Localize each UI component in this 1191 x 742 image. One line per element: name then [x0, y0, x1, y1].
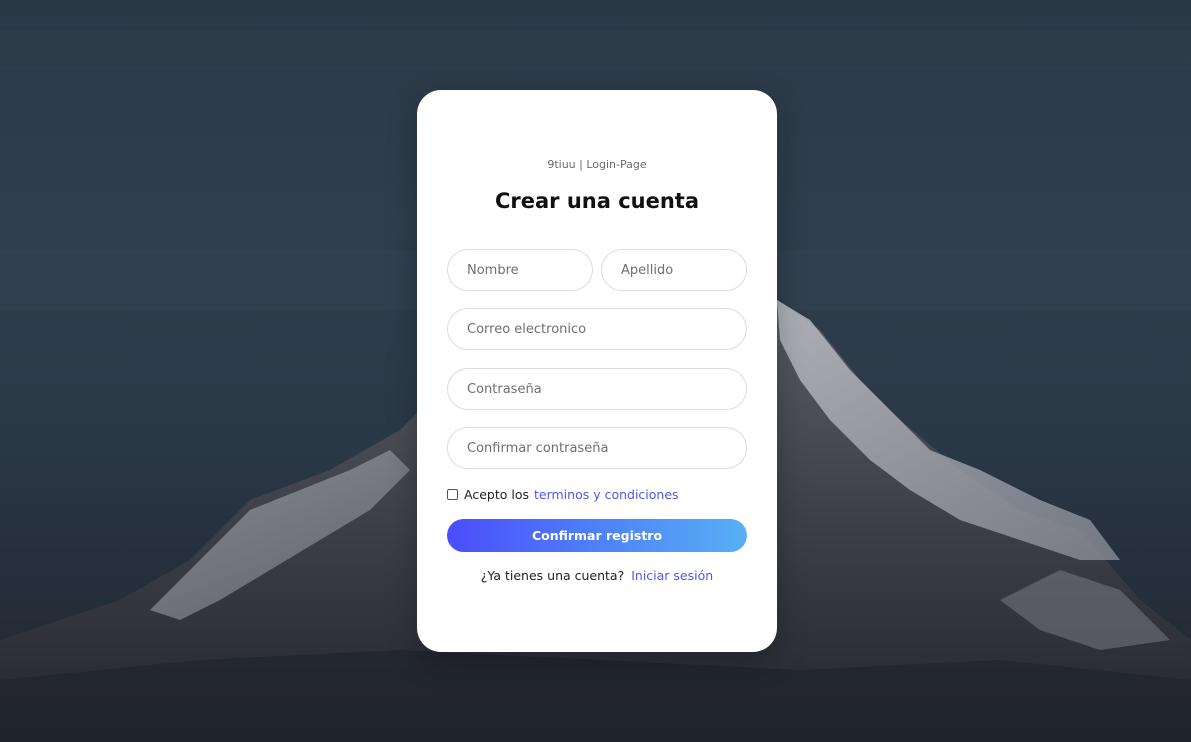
signin-prompt: ¿Ya tienes una cuenta? [480, 568, 625, 583]
confirm-register-button[interactable]: Confirmar registro [447, 519, 747, 552]
signin-row: ¿Ya tienes una cuenta? Iniciar sesión [417, 568, 777, 583]
terms-checkbox[interactable] [447, 488, 458, 500]
last-name-input[interactable] [601, 249, 747, 291]
password-input[interactable] [447, 368, 747, 410]
email-input[interactable] [447, 308, 747, 350]
signup-card: 9tiuu | Login-Page Crear una cuenta Acep… [417, 90, 777, 652]
terms-link[interactable]: terminos y condiciones [534, 487, 679, 502]
terms-row: Acepto los terminos y condiciones [447, 485, 679, 503]
terms-prefix-label: Acepto los [464, 486, 529, 502]
signin-link[interactable]: Iniciar sesión [631, 568, 713, 583]
first-name-input[interactable] [447, 249, 593, 291]
brand-label: 9tiuu | Login-Page [547, 158, 647, 171]
confirm-password-input[interactable] [447, 427, 747, 469]
page-title: Crear una cuenta [494, 189, 700, 213]
